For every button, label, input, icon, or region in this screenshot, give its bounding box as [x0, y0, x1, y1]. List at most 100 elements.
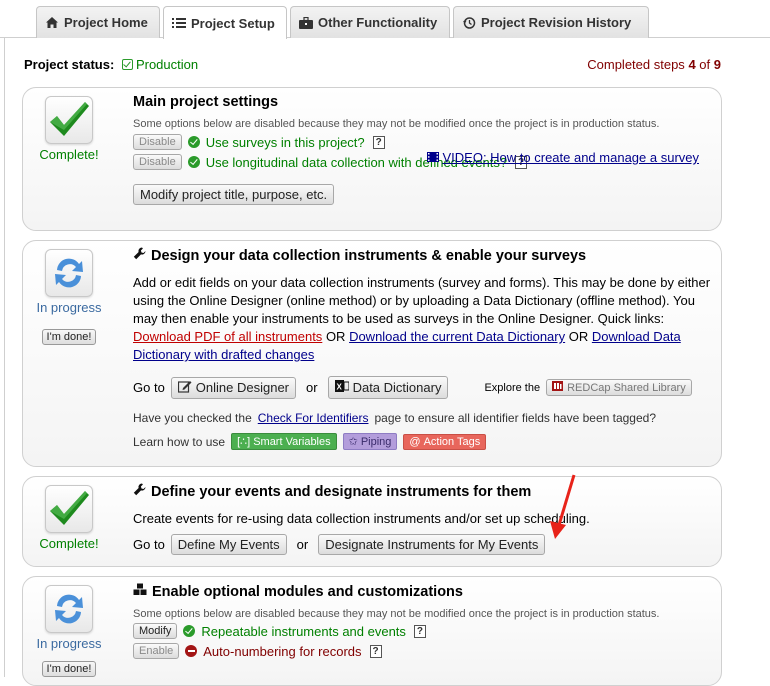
- repeatable-option: Repeatable instruments and events: [201, 623, 406, 639]
- define-my-events-button[interactable]: Define My Events: [170, 534, 287, 555]
- action-tags-button[interactable]: @ Action Tags: [403, 433, 487, 450]
- card-optional-modules: In progress I'm done! Enable optional mo…: [22, 576, 722, 686]
- smart-variables-label: Smart Variables: [253, 435, 331, 448]
- card-title: Define your events and designate instrum…: [133, 483, 711, 500]
- card-status-side: In progress I'm done!: [23, 241, 115, 345]
- download-data-dictionary-link[interactable]: Download the current Data Dictionary: [349, 329, 565, 344]
- im-done-button[interactable]: I'm done!: [41, 329, 97, 345]
- autonumbering-option: Auto-numbering for records: [203, 643, 362, 659]
- or-text: OR: [568, 329, 589, 344]
- card-title: Design your data collection instruments …: [133, 247, 711, 264]
- or-text: or: [306, 380, 318, 395]
- step-state: Complete!: [39, 536, 99, 551]
- instruments-description: Add or edit fields on your data collecti…: [133, 274, 711, 364]
- data-dictionary-button[interactable]: X Data Dictionary: [327, 376, 449, 399]
- completed-steps: Completed steps 4 of 9: [587, 57, 721, 72]
- wand-icon: ✩: [348, 436, 358, 448]
- events-description: Create events for re-using data collecti…: [133, 511, 590, 526]
- enable-autonumbering-button[interactable]: Enable: [133, 643, 180, 659]
- goto-label: Go to: [133, 380, 165, 395]
- tab-bar: Project Home Project Setup Other Functio…: [0, 0, 770, 39]
- check-circle-icon: [183, 625, 196, 637]
- check-identifiers-link[interactable]: Check For Identifiers: [258, 411, 369, 425]
- step-state: In progress: [36, 636, 102, 651]
- tab-label: Other Functionality: [318, 15, 438, 30]
- refresh-icon: [45, 585, 93, 633]
- disabled-options-note: Some options below are disabled because …: [133, 118, 660, 130]
- excel-icon: X: [334, 379, 350, 396]
- disable-surveys-button[interactable]: Disable: [133, 134, 182, 150]
- wrench-icon: [133, 483, 146, 500]
- disabled-options-note: Some options below are disabled because …: [133, 608, 660, 620]
- history-icon: [462, 16, 476, 30]
- checkmark-icon: [45, 96, 93, 144]
- brackets-icon: [∴]: [237, 436, 251, 448]
- help-icon[interactable]: ?: [372, 135, 385, 149]
- help-icon[interactable]: ?: [369, 644, 382, 658]
- project-status-label: Project status:: [24, 57, 115, 72]
- im-done-button[interactable]: I'm done!: [41, 661, 97, 677]
- card-title-text: Design your data collection instruments …: [151, 247, 587, 264]
- cubes-icon: [133, 583, 147, 600]
- online-designer-label: Online Designer: [195, 380, 290, 395]
- at-icon: @: [409, 435, 421, 448]
- list-icon: [172, 16, 186, 30]
- tab-other-functionality[interactable]: Other Functionality: [290, 6, 450, 38]
- help-icon[interactable]: ?: [413, 624, 426, 638]
- card-status-side: In progress I'm done!: [23, 577, 115, 677]
- library-icon: [552, 381, 564, 394]
- card-define-events: Complete! Define your events and designa…: [22, 476, 722, 567]
- steps-of: of: [699, 57, 711, 72]
- project-status: Project status: Production: [24, 57, 198, 72]
- wrench-icon: [133, 247, 146, 264]
- or-text: OR: [325, 329, 346, 344]
- svg-text:X: X: [336, 383, 342, 392]
- steps-prefix: Completed steps: [587, 57, 685, 72]
- card-status-side: Complete!: [23, 88, 115, 162]
- card-title-text: Define your events and designate instrum…: [151, 483, 532, 500]
- tab-project-revision-history[interactable]: Project Revision History: [453, 6, 649, 38]
- tab-project-setup[interactable]: Project Setup: [163, 6, 287, 39]
- checkbox-icon: [121, 59, 133, 70]
- tab-label: Project Revision History: [481, 15, 632, 30]
- explore-label: Explore the: [484, 381, 541, 394]
- online-designer-button[interactable]: Online Designer: [170, 376, 297, 399]
- modify-repeatable-button[interactable]: Modify: [133, 623, 178, 639]
- or-text: or: [296, 537, 309, 552]
- step-state: In progress: [36, 300, 102, 315]
- card-title-text: Enable optional modules and customizatio…: [152, 583, 463, 600]
- disable-longitudinal-button[interactable]: Disable: [133, 154, 182, 170]
- step-state: Complete!: [39, 147, 99, 162]
- modify-project-button[interactable]: Modify project title, purpose, etc.: [133, 184, 335, 205]
- smart-variables-button[interactable]: [∴] Smart Variables: [231, 433, 337, 450]
- shared-library-label: REDCap Shared Library: [567, 381, 686, 394]
- use-surveys-option: Use surveys in this project?: [205, 134, 365, 150]
- identifiers-text: page to ensure all identifier fields hav…: [374, 411, 657, 425]
- card-main-project-settings: Complete! Main project settings Some opt…: [22, 87, 722, 231]
- refresh-icon: [45, 249, 93, 297]
- project-status-value: Production: [135, 57, 199, 72]
- data-dictionary-label: Data Dictionary: [352, 380, 442, 395]
- edit-icon: [177, 380, 192, 396]
- piping-label: Piping: [360, 435, 392, 448]
- instruments-description-text: Add or edit fields on your data collecti…: [133, 275, 711, 326]
- home-icon: [45, 16, 59, 30]
- action-tags-label: Action Tags: [423, 435, 481, 448]
- download-pdf-link[interactable]: Download PDF of all instruments: [133, 329, 322, 344]
- disabled-circle-icon: [185, 645, 198, 657]
- piping-button[interactable]: ✩ Piping: [342, 433, 398, 450]
- checkmark-icon: [45, 485, 93, 533]
- tab-label: Project Home: [64, 15, 148, 30]
- shared-library-button[interactable]: REDCap Shared Library: [546, 379, 692, 396]
- identifiers-text: Have you checked the: [133, 411, 252, 425]
- card-status-side: Complete!: [23, 477, 115, 551]
- video-survey-link[interactable]: VIDEO: How to create and manage a survey: [427, 150, 699, 165]
- film-icon: [427, 150, 440, 165]
- learn-label: Learn how to use: [133, 434, 226, 449]
- designate-instruments-button[interactable]: Designate Instruments for My Events: [318, 534, 546, 555]
- tab-label: Project Setup: [191, 15, 275, 31]
- steps-done: 4: [688, 57, 696, 72]
- goto-label: Go to: [133, 537, 165, 552]
- tab-project-home[interactable]: Project Home: [36, 6, 160, 38]
- card-design-instruments: In progress I'm done! Design your data c…: [22, 240, 722, 467]
